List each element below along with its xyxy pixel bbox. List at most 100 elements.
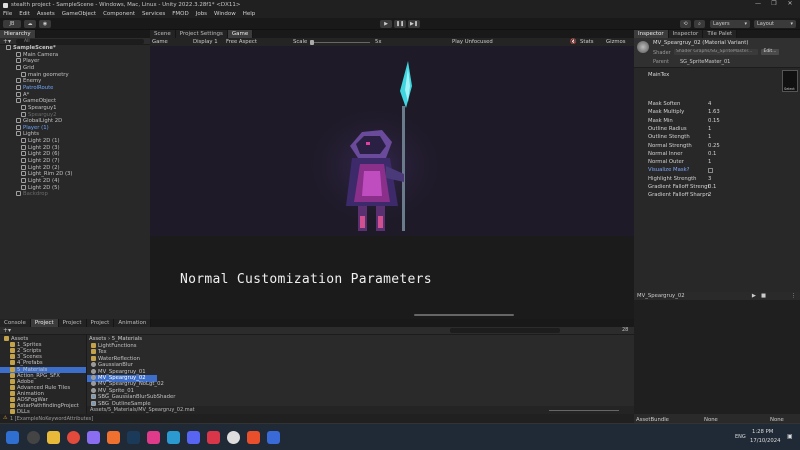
game-mode-dropdown[interactable]: Game bbox=[152, 39, 168, 45]
notification-icon[interactable]: ▣ bbox=[787, 433, 793, 440]
visualize-mask-checkbox[interactable] bbox=[708, 167, 713, 173]
menu-assets[interactable]: Assets bbox=[37, 11, 55, 17]
tab-project-settings[interactable]: Project Settings bbox=[175, 30, 228, 38]
app-icon-5[interactable] bbox=[247, 431, 260, 444]
preview-play-icon[interactable]: ▶ bbox=[752, 292, 756, 300]
preview-menu-icon[interactable]: ⋮ bbox=[791, 292, 796, 300]
menu-file[interactable]: File bbox=[3, 11, 12, 17]
app-icon-6[interactable] bbox=[267, 431, 280, 444]
hierarchy-item[interactable]: Backdrop bbox=[0, 191, 150, 198]
window-title: stealth project - SampleScene - Windows,… bbox=[11, 2, 241, 8]
app-icon-2[interactable] bbox=[147, 431, 160, 444]
menu-edit[interactable]: Edit bbox=[19, 11, 30, 17]
maintex-select-button[interactable]: Select bbox=[784, 87, 795, 91]
tab-inspector[interactable]: Inspector bbox=[634, 30, 669, 38]
play-button[interactable]: ▶ bbox=[380, 20, 392, 28]
property-value-field[interactable]: 1.63 bbox=[708, 108, 720, 116]
pause-button[interactable]: ❚❚ bbox=[394, 20, 406, 28]
project-file-item[interactable]: MV_Speargruy_01 bbox=[87, 368, 634, 376]
aspect-dropdown[interactable]: Free Aspect bbox=[226, 39, 257, 45]
shader-dropdown[interactable]: Shader Graphs/SG_SpriteMaster... bbox=[674, 49, 758, 55]
chrome-icon[interactable] bbox=[67, 431, 80, 444]
parent-value[interactable]: SG_SpriteMaster_01 bbox=[680, 59, 730, 65]
gizmos-dropdown[interactable]: Gizmos bbox=[606, 39, 626, 45]
search-taskbar-icon[interactable] bbox=[27, 431, 40, 444]
display-dropdown[interactable]: Display 1 bbox=[193, 39, 218, 45]
search-icon[interactable]: ⌕ bbox=[694, 20, 705, 28]
status-message[interactable]: 1 [ExampleNoKeywordAttributes] bbox=[10, 416, 93, 422]
property-value-field[interactable]: 1 bbox=[708, 158, 711, 166]
tab-project-3[interactable]: Project bbox=[86, 319, 115, 327]
app-icon-3[interactable] bbox=[167, 431, 180, 444]
menu-fmod[interactable]: FMOD bbox=[172, 11, 188, 17]
scale-slider-handle[interactable] bbox=[310, 39, 314, 45]
layers-dropdown[interactable]: Layers ▾ bbox=[710, 20, 750, 28]
clock-time[interactable]: 1:28 PM bbox=[752, 429, 773, 435]
property-value-field[interactable]: 1 bbox=[708, 133, 711, 141]
property-value-field[interactable]: 0.1 bbox=[708, 150, 716, 158]
preview-stop-icon[interactable]: ■ bbox=[761, 292, 766, 300]
cloud-icon[interactable]: ☁ bbox=[24, 20, 36, 28]
stats-button[interactable]: Stats bbox=[580, 39, 594, 45]
menu-help[interactable]: Help bbox=[243, 11, 256, 17]
unity-taskbar-icon[interactable] bbox=[227, 431, 240, 444]
tab-project-2[interactable]: Project bbox=[58, 319, 87, 327]
property-name: Outline Radius bbox=[648, 125, 687, 132]
game-viewport[interactable]: Normal Customization Parameters bbox=[150, 46, 634, 319]
project-folder-label: 3_Scenes bbox=[17, 354, 42, 361]
menu-gameobject[interactable]: GameObject bbox=[62, 11, 96, 17]
mute-audio-icon[interactable]: 🔇 bbox=[570, 39, 577, 45]
tab-hierarchy[interactable]: Hierarchy bbox=[0, 30, 36, 38]
menu-window[interactable]: Window bbox=[214, 11, 236, 17]
tab-scene[interactable]: Scene bbox=[150, 30, 176, 38]
tab-inspector-2[interactable]: Inspector bbox=[668, 30, 704, 38]
breadcrumb-assets[interactable]: Assets bbox=[89, 336, 106, 342]
clock-date[interactable]: 17/10/2024 bbox=[750, 438, 781, 444]
add-asset-icon[interactable]: +▾ bbox=[3, 327, 11, 334]
github-icon[interactable] bbox=[87, 431, 100, 444]
app-icon-1[interactable] bbox=[107, 431, 120, 444]
menu-services[interactable]: Services bbox=[142, 11, 165, 17]
tab-tile-palette[interactable]: Tile Palet bbox=[703, 30, 738, 38]
minimize-button[interactable]: — bbox=[750, 0, 766, 7]
property-value-field[interactable]: 0.1 bbox=[708, 183, 716, 191]
hierarchy-search-input[interactable]: All bbox=[16, 39, 144, 44]
scale-slider[interactable] bbox=[310, 39, 370, 45]
project-folder-label: Assets bbox=[11, 336, 29, 342]
collab-icon[interactable]: ◉ bbox=[39, 20, 51, 28]
property-value-field[interactable]: 3 bbox=[708, 175, 711, 183]
close-button[interactable]: ✕ bbox=[782, 0, 798, 7]
history-icon[interactable]: ⟲ bbox=[680, 20, 691, 28]
steam-icon[interactable] bbox=[127, 431, 140, 444]
project-search-input[interactable] bbox=[450, 328, 560, 333]
horizontal-scrollbar[interactable] bbox=[414, 314, 514, 316]
start-icon[interactable] bbox=[6, 431, 19, 444]
tab-animation[interactable]: Animation bbox=[114, 319, 152, 327]
maintex-slot[interactable]: Select bbox=[782, 70, 798, 92]
gameobject-icon bbox=[16, 84, 21, 90]
property-value-field[interactable]: 2 bbox=[708, 191, 711, 199]
edit-shader-button[interactable]: Edit... bbox=[761, 49, 779, 55]
hierarchy-item-label: SampleScene* bbox=[13, 45, 56, 51]
play-mode-dropdown[interactable]: Play Unfocused bbox=[452, 39, 493, 45]
tab-game[interactable]: Game bbox=[227, 30, 254, 38]
app-icon-4[interactable] bbox=[207, 431, 220, 444]
menu-jobs[interactable]: Jobs bbox=[196, 11, 207, 17]
add-icon[interactable]: +▾ bbox=[3, 38, 11, 45]
property-value-field[interactable]: 4 bbox=[708, 100, 711, 108]
maximize-button[interactable]: ❐ bbox=[766, 0, 782, 7]
property-value-field[interactable]: 0.15 bbox=[708, 117, 720, 125]
account-button[interactable]: JB bbox=[3, 20, 21, 28]
tab-console[interactable]: Console bbox=[0, 319, 31, 327]
menu-component[interactable]: Component bbox=[103, 11, 135, 17]
icon-size-slider[interactable] bbox=[549, 409, 619, 411]
property-value-field[interactable]: 1 bbox=[708, 125, 711, 133]
discord-icon[interactable] bbox=[187, 431, 200, 444]
property-value-field[interactable]: 0.25 bbox=[708, 142, 720, 150]
language-indicator[interactable]: ENG bbox=[735, 434, 746, 440]
file-explorer-icon[interactable] bbox=[47, 431, 60, 444]
layout-dropdown[interactable]: Layout ▾ bbox=[754, 20, 796, 28]
step-button[interactable]: ▶❚ bbox=[408, 20, 420, 28]
breadcrumb-materials[interactable]: 5_Materials bbox=[112, 336, 142, 342]
tab-project[interactable]: Project bbox=[30, 319, 59, 327]
